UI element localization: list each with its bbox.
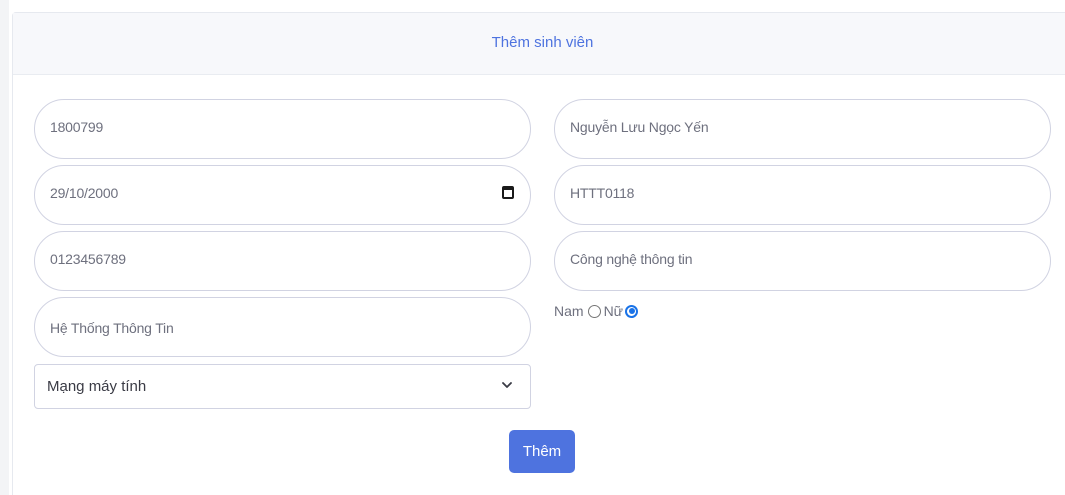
- class-code-value: HTTT0118: [570, 185, 635, 201]
- full-name-field[interactable]: Nguyễn Lưu Ngọc Yến: [554, 99, 1051, 159]
- phone-value: 0123456789: [50, 251, 126, 267]
- add-student-button[interactable]: Thêm: [509, 430, 575, 473]
- major-select[interactable]: Mạng máy tính: [34, 364, 531, 409]
- card-title: Thêm sinh viên: [491, 34, 594, 51]
- major-select-value: Mạng máy tính: [47, 378, 147, 395]
- birth-date-value: 29/10/2000: [50, 185, 119, 201]
- birth-date-field[interactable]: 29/10/2000: [34, 165, 531, 225]
- gender-male-label: Nam: [554, 303, 584, 319]
- gender-group: Nam Nữ: [554, 303, 641, 319]
- gender-female-label: Nữ: [603, 303, 624, 319]
- student-id-value: 1800799: [50, 119, 104, 135]
- card-header: Thêm sinh viên: [13, 13, 1065, 75]
- full-name-value: Nguyễn Lưu Ngọc Yến: [570, 119, 709, 135]
- gender-male-radio[interactable]: [587, 304, 601, 318]
- calendar-icon[interactable]: [502, 186, 514, 199]
- student-id-field[interactable]: 1800799: [34, 99, 531, 159]
- gender-female-radio[interactable]: [625, 304, 639, 318]
- class-code-field[interactable]: HTTT0118: [554, 165, 1051, 225]
- department-field[interactable]: Hệ Thống Thông Tin: [34, 297, 531, 357]
- page-gutter: [0, 0, 9, 495]
- faculty-field[interactable]: Công nghệ thông tin: [554, 231, 1051, 291]
- faculty-value: Công nghệ thông tin: [570, 251, 693, 267]
- department-value: Hệ Thống Thông Tin: [50, 320, 174, 336]
- phone-field[interactable]: 0123456789: [34, 231, 531, 291]
- chevron-down-icon: [502, 382, 512, 388]
